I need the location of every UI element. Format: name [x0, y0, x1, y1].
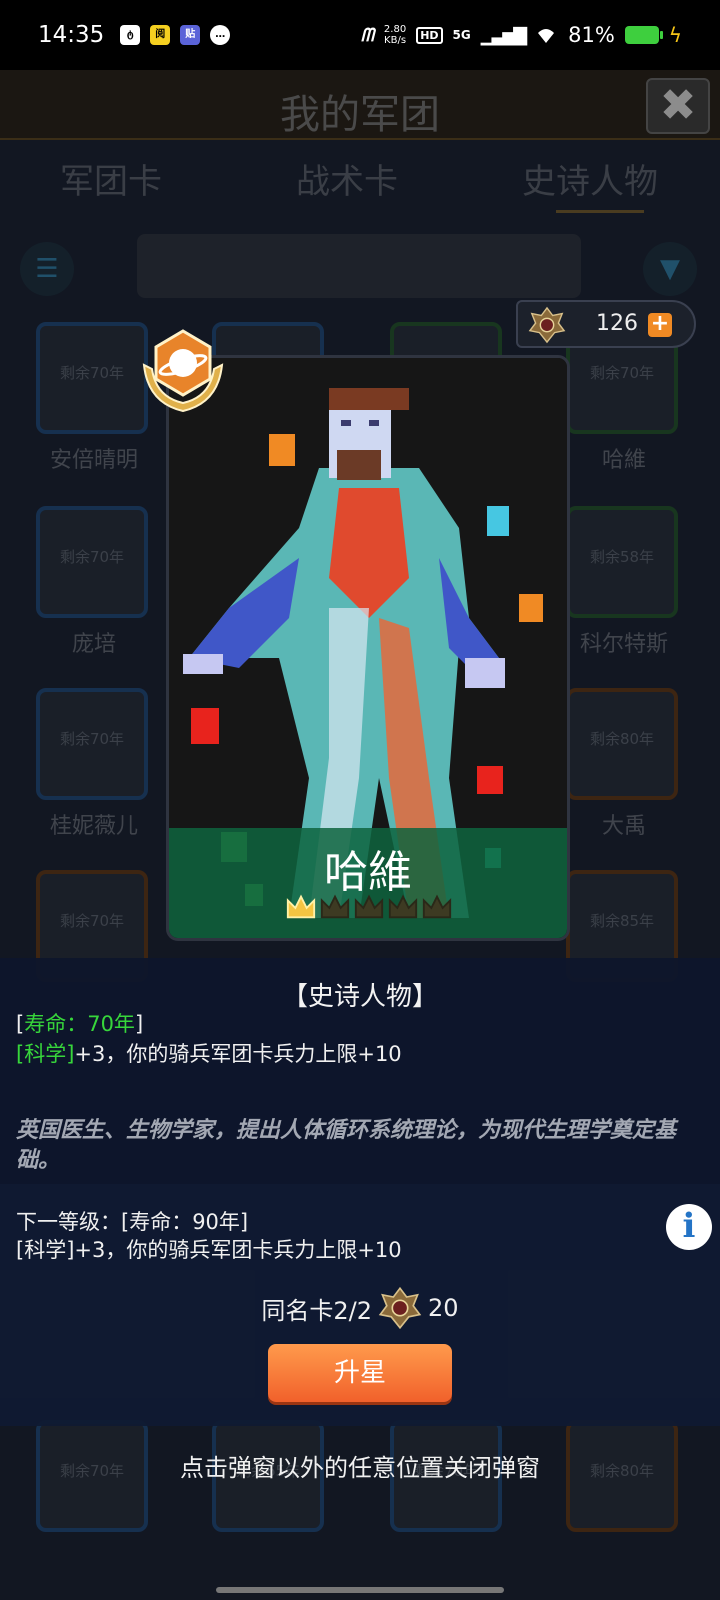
list-view-button[interactable]: ☰: [20, 242, 74, 296]
page-title: 我的军团: [280, 92, 440, 138]
card-name: 桂妮薇儿: [49, 814, 138, 839]
star-level-crowns: [285, 890, 453, 926]
status-bar: 14:35 ტ 阅 贴 … ᗰ 2.80 KB/s HD 5G ▁▃▅▇ 81%…: [0, 0, 720, 70]
card-years-left: 剩余58年: [589, 548, 655, 566]
card-thumbnail: 剩余58年: [566, 506, 678, 618]
epic-token-counter: 126 +: [516, 300, 696, 348]
eagle-emblem-icon: [528, 306, 566, 344]
card-thumbnail: 剩余70年: [36, 688, 148, 800]
epic-figure-card: 哈維: [166, 355, 570, 941]
next-level-line: 下一等级：[寿命：90年]: [16, 1210, 249, 1234]
close-button[interactable]: ✖: [646, 78, 710, 134]
card-info-panel: 【史诗人物】 [寿命：70年] [科学]+3，你的骑兵军团卡兵力上限+10 英国…: [0, 958, 720, 1184]
lifespan-bracket-close: ]: [134, 1012, 144, 1036]
wifi-icon: [538, 29, 555, 43]
home-indicator[interactable]: [216, 1587, 504, 1593]
card-name: 安倍晴明: [49, 448, 138, 473]
active-tab-indicator: [556, 210, 644, 213]
card-cell[interactable]: 剩余70年庞培: [36, 506, 152, 658]
charging-icon: ϟ: [668, 23, 682, 47]
crown-empty-icon: [422, 894, 452, 919]
upgrade-cost-row: 同名卡2/2 20: [0, 1286, 720, 1330]
crown-filled-icon: [286, 894, 316, 919]
card-cell[interactable]: 剩余70年桂妮薇儿: [36, 688, 152, 840]
yellow-app-icon: 阅: [150, 25, 171, 45]
card-name: 科尔特斯: [579, 632, 668, 657]
status-right-group: ᗰ 2.80 KB/s HD 5G ▁▃▅▇ 81% ϟ: [361, 23, 682, 47]
add-tokens-button[interactable]: +: [648, 313, 672, 337]
hd-icon: HD: [416, 26, 443, 44]
effect-text: +3，你的骑兵军团卡兵力上限+10: [74, 1042, 402, 1066]
chat-icon: …: [210, 25, 231, 45]
network-type: 5G: [452, 28, 471, 42]
card-description: 英国医生、生物学家，提出人体循环系统理论，为现代生理学奠定基础。: [16, 1118, 677, 1173]
effect-line: [科学]+3，你的骑兵军团卡兵力上限+10: [16, 1038, 402, 1068]
upgrade-cost: 20: [428, 1294, 459, 1322]
network-speed-value: 2.80: [383, 24, 407, 35]
network-speed: 2.80 KB/s: [384, 24, 406, 46]
card-years-left: 剩余70年: [589, 364, 655, 382]
card-years-left: 剩余70年: [59, 912, 125, 930]
tab-legion-cards[interactable]: 军团卡: [60, 154, 162, 203]
lifespan-bracket-open: [: [16, 1012, 25, 1036]
upgrade-star-button[interactable]: 升星: [268, 1344, 452, 1402]
lifespan-line: [寿命：70年]: [16, 1008, 143, 1038]
card-years-left: 剩余70年: [59, 548, 125, 566]
network-speed-unit: KB/s: [384, 35, 407, 46]
crown-empty-icon: [320, 894, 350, 919]
blue-app-icon: 贴: [180, 25, 201, 45]
effect-tag: [科学]: [16, 1042, 75, 1066]
same-card-count: 同名卡2/2: [261, 1296, 373, 1325]
card-years-left: 剩余70年: [59, 730, 125, 748]
card-cell[interactable]: 剩余80年大禹: [566, 688, 682, 840]
signal-brand-icon: ᗰ: [360, 24, 374, 46]
close-popup-hint: 点击弹窗以外的任意位置关闭弹窗: [180, 1454, 540, 1482]
lifespan-value: 寿命：70年: [24, 1012, 135, 1036]
planet-badge-icon: [142, 329, 224, 413]
card-name: 哈維: [601, 448, 646, 473]
eagle-emblem-icon: [378, 1286, 422, 1330]
status-time: 14:35: [38, 22, 105, 48]
tab-tactic-cards[interactable]: 战术卡: [296, 154, 398, 203]
card-years-left: 剩余85年: [589, 912, 655, 930]
tab-bar: 军团卡 战术卡 史诗人物: [0, 154, 720, 214]
card-thumbnail: 剩余80年: [566, 688, 678, 800]
card-thumbnail: 剩余70年: [36, 506, 148, 618]
card-years-left: 剩余70年: [59, 364, 125, 382]
token-count: 126: [596, 311, 638, 336]
upgrade-panel: 下一等级：[寿命：90年] [科学]+3，你的骑兵军团卡兵力上限+10 同名卡2…: [0, 1184, 720, 1426]
battery-icon: [624, 26, 663, 44]
card-years-left: 剩余80年: [589, 730, 655, 748]
page-header: 我的军团 ✖: [0, 70, 720, 140]
card-name: 庞培: [71, 632, 116, 657]
next-effect-line: [科学]+3，你的骑兵军团卡兵力上限+10: [16, 1238, 402, 1262]
battery-percent: 81%: [568, 23, 615, 47]
filter-button[interactable]: ▼: [643, 242, 697, 296]
tv-app-icon: ტ: [120, 25, 141, 45]
tab-epic-figures[interactable]: 史诗人物: [522, 154, 658, 203]
card-cell[interactable]: 剩余58年科尔特斯: [566, 506, 682, 658]
card-name: 大禹: [601, 814, 646, 839]
signal-bars-icon: ▁▃▅▇: [480, 24, 527, 46]
card-thumbnail: 剩余70年: [36, 322, 148, 434]
screen: 14:35 ტ 阅 贴 … ᗰ 2.80 KB/s HD 5G ▁▃▅▇ 81%…: [0, 0, 720, 1600]
crown-empty-icon: [354, 894, 384, 919]
search-input[interactable]: [137, 234, 581, 298]
crown-empty-icon: [388, 894, 418, 919]
info-icon[interactable]: [666, 1204, 712, 1250]
